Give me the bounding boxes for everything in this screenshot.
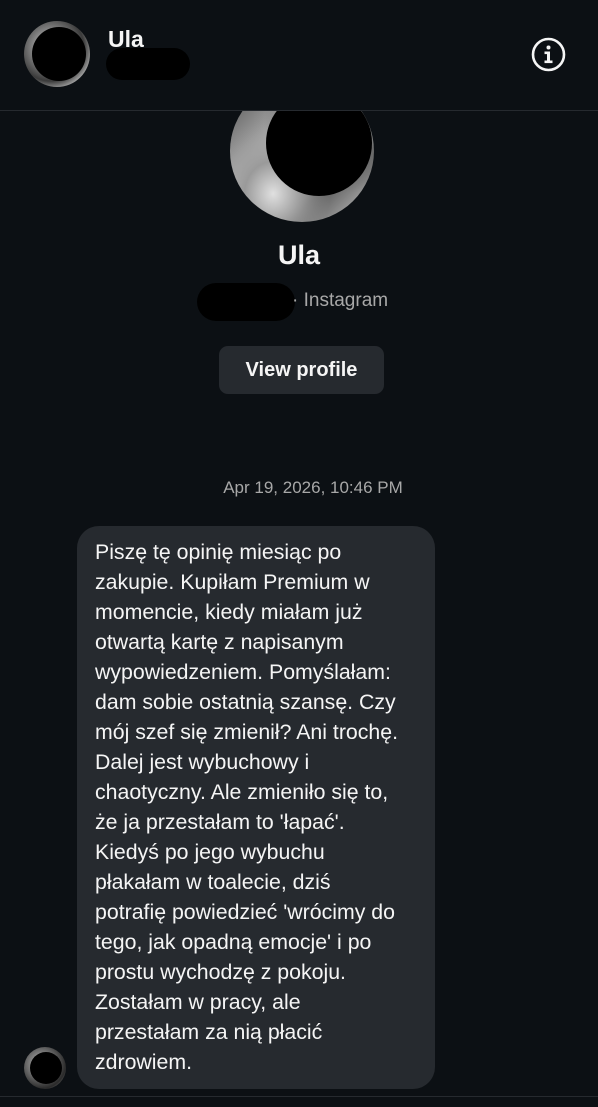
message-line: prostu wychodzę z pokoju. — [95, 960, 346, 984]
message-line: dam sobie ostatnią szansę. Czy — [95, 690, 396, 714]
message-line: wypowiedzeniem. Pomyślałam: — [95, 660, 391, 684]
message-line: płakałam w toalecie, dziś — [95, 870, 331, 894]
profile-name: Ula — [277, 240, 321, 270]
redaction-mark — [106, 48, 190, 80]
message-line: Piszę tę opinię miesiąc po — [95, 540, 342, 564]
header-avatar[interactable] — [24, 21, 90, 87]
info-icon — [531, 37, 566, 72]
message-line: potrafię powiedzieć 'wrócimy do — [95, 900, 395, 924]
redaction-mark — [30, 1052, 62, 1084]
divider — [0, 1096, 598, 1097]
view-profile-button[interactable]: View profile — [219, 346, 384, 394]
message-line: chaotyczny. Ale zmieniło się to, — [95, 780, 389, 804]
redaction-mark — [197, 283, 295, 321]
message-line: momencie, kiedy miałam już — [95, 600, 363, 624]
sender-avatar[interactable] — [24, 1047, 66, 1089]
info-button[interactable] — [531, 37, 566, 72]
message-line: Kiedyś po jego wybuchu — [95, 840, 325, 864]
message-line: tego, jak opadną emocje' i po — [95, 930, 372, 954]
chat-header: Ula — [0, 0, 598, 111]
message-timestamp: Apr 19, 2026, 10:46 PM — [223, 478, 403, 497]
message-line: mój szef się zmienił? Ani trochę. — [95, 720, 399, 744]
message-line: zakupie. Kupiłam Premium w — [95, 570, 370, 594]
redaction-mark — [32, 27, 86, 81]
message-line: zdrowiem. — [95, 1050, 193, 1074]
message-line: otwartą kartę z napisanym — [95, 630, 344, 654]
profile-platform-label: · Instagram — [292, 290, 389, 311]
message-bubble[interactable]: Piszę tę opinię miesiąc po zakupie. Kupi… — [77, 526, 435, 1089]
message-line: Dalej jest wybuchowy i — [95, 750, 310, 774]
message-line: Zostałam w pracy, ale — [95, 990, 301, 1014]
message-line: że ja przestałam to 'łapać'. — [95, 810, 345, 834]
message-line: przestałam za nią płacić — [95, 1020, 323, 1044]
